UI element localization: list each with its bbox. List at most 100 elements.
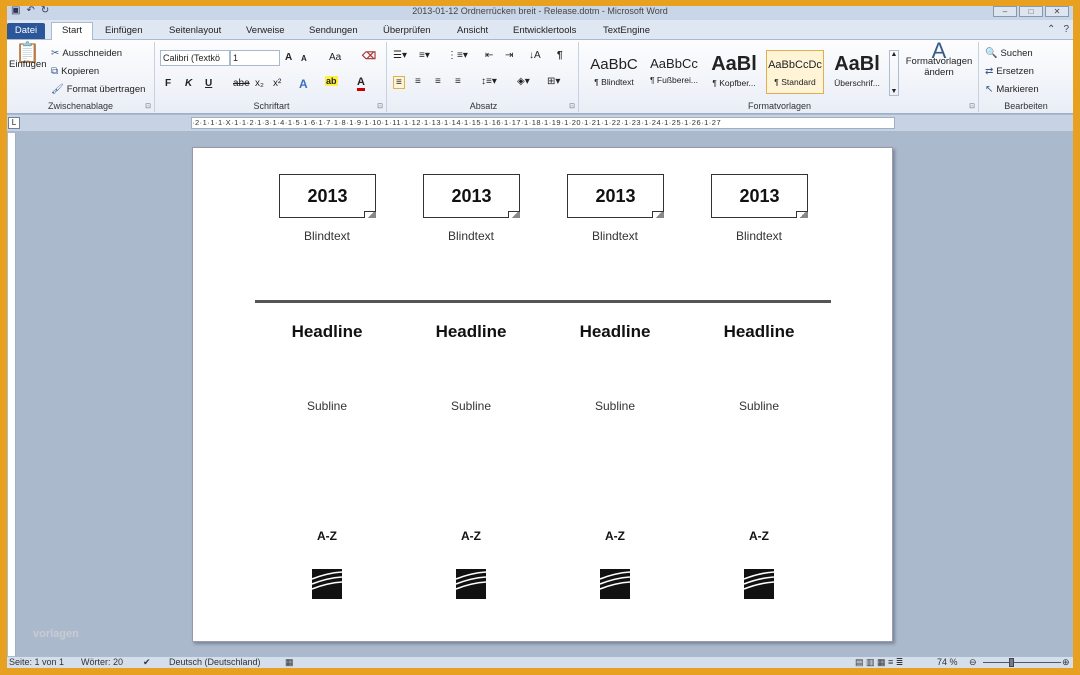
styles-scroll[interactable]: ▲ ▼ xyxy=(889,50,899,96)
dialog-launcher-icon[interactable]: ⊡ xyxy=(969,102,975,110)
grow-font-button[interactable]: A xyxy=(285,52,292,63)
shading-icon[interactable]: ◈▾ xyxy=(517,76,530,87)
macro-icon[interactable]: ▦ xyxy=(285,657,294,668)
paste-button[interactable]: 📋 Einfügen xyxy=(9,43,47,70)
headline: Headline xyxy=(291,322,363,341)
numbering-icon[interactable]: ≡▾ xyxy=(419,50,430,61)
redo-icon[interactable]: ↻ xyxy=(41,6,49,18)
horizontal-ruler[interactable]: ·2·1·1·1·X·1·1·2·1·3·1·4·1·5·1·6·1·7·1·8… xyxy=(191,117,895,129)
clear-format-icon[interactable]: ⌫ xyxy=(362,51,376,62)
style-preview: AaBbCcDc xyxy=(768,59,822,71)
maximize-icon[interactable]: □ xyxy=(1019,6,1043,17)
style-kopfbereich[interactable]: AaBl ¶ Kopfber... xyxy=(705,50,763,94)
increase-indent-icon[interactable]: ⇥ xyxy=(505,50,513,61)
cut-button[interactable]: ✂ Ausschneiden xyxy=(51,48,122,59)
strikethrough-button[interactable]: abe xyxy=(233,78,250,89)
page-count[interactable]: Seite: 1 von 1 xyxy=(9,657,64,668)
status-bar: Seite: 1 von 1 Wörter: 20 ✔ Deutsch (Deu… xyxy=(7,656,1073,668)
copy-button[interactable]: ⧉ Kopieren xyxy=(51,66,99,77)
italic-button[interactable]: K xyxy=(185,78,192,89)
headline: Headline xyxy=(723,322,795,341)
zoom-out-icon[interactable]: ⊖ xyxy=(969,657,977,668)
decrease-indent-icon[interactable]: ⇤ xyxy=(485,50,493,61)
shrink-font-button[interactable]: A xyxy=(301,54,307,63)
year-box[interactable]: 2013 xyxy=(567,174,664,218)
select-label: Markieren xyxy=(996,84,1039,95)
multilevel-list-icon[interactable]: ⋮≡▾ xyxy=(447,50,468,61)
replace-button[interactable]: ⇄ Ersetzen xyxy=(985,66,1034,77)
year-box[interactable]: 2013 xyxy=(279,174,376,218)
tab-datei[interactable]: Datei xyxy=(7,23,45,39)
document-page[interactable]: 2013 2013 2013 2013 Blindtext Blindtext … xyxy=(192,147,893,642)
tab-selector[interactable]: L xyxy=(8,117,20,129)
word-count[interactable]: Wörter: 20 xyxy=(81,657,123,668)
select-button[interactable]: ↖ Markieren xyxy=(985,84,1039,95)
justify-icon[interactable]: ≡ xyxy=(455,76,461,87)
vertical-ruler[interactable] xyxy=(8,133,16,658)
tab-einfuegen[interactable]: Einfügen xyxy=(105,23,143,39)
line-spacing-icon[interactable]: ↕≡▾ xyxy=(481,76,497,87)
change-case-button[interactable]: Aa xyxy=(329,52,341,63)
tab-sendungen[interactable]: Sendungen xyxy=(309,23,358,39)
subline: Subline xyxy=(450,399,492,413)
subscript-button[interactable]: x₂ xyxy=(255,78,264,89)
pilcrow-icon[interactable]: ¶ xyxy=(557,50,563,61)
tab-verweise[interactable]: Verweise xyxy=(246,23,285,39)
tab-entwicklertools[interactable]: Entwicklertools xyxy=(513,23,576,39)
minimize-ribbon-icon[interactable]: ⌃ xyxy=(1047,24,1055,35)
zoom-level[interactable]: 74 % xyxy=(937,657,958,668)
style-preview: AaBbCc xyxy=(650,56,698,71)
find-button[interactable]: 🔍 Suchen xyxy=(985,48,1033,59)
save-icon[interactable]: ▣ xyxy=(11,6,20,18)
style-standard[interactable]: AaBbCcDc ¶ Standard xyxy=(766,50,824,94)
help-icon[interactable]: ? xyxy=(1063,24,1069,35)
style-blindtext[interactable]: AaBbC ¶ Blindtext xyxy=(585,50,643,94)
language[interactable]: Deutsch (Deutschland) xyxy=(169,657,261,668)
change-styles-button[interactable]: A Formatvorlagen ändern xyxy=(903,40,975,79)
paragraph-group-label: Absatz xyxy=(469,101,498,111)
dialog-launcher-icon[interactable]: ⊡ xyxy=(377,102,383,110)
undo-icon[interactable]: ↶ xyxy=(26,6,34,18)
tab-textengine[interactable]: TextEngine xyxy=(603,23,650,39)
tab-ueberpruefen[interactable]: Überprüfen xyxy=(383,23,431,39)
close-icon[interactable]: ✕ xyxy=(1045,6,1069,17)
proofing-icon[interactable]: ✔ xyxy=(143,657,151,668)
bullets-icon[interactable]: ☰▾ xyxy=(393,50,407,61)
view-buttons[interactable]: ▤ ▥ ▦ ≡ ≣ xyxy=(855,657,903,668)
year-box[interactable]: 2013 xyxy=(423,174,520,218)
tab-ansicht[interactable]: Ansicht xyxy=(457,23,488,39)
zoom-slider-handle[interactable] xyxy=(1009,658,1014,667)
headline: Headline xyxy=(435,322,507,341)
tab-start[interactable]: Start xyxy=(51,22,93,40)
stripes-logo-icon xyxy=(456,569,486,599)
font-name-combo[interactable]: Calibri (Textkö xyxy=(160,50,230,66)
superscript-button[interactable]: x² xyxy=(273,78,281,89)
group-font: Calibri (Textkö 1 A A Aa ⌫ F K U abe x₂ … xyxy=(157,42,387,112)
zoom-slider[interactable] xyxy=(983,662,1061,663)
stripes-logo-icon xyxy=(312,569,342,599)
style-fussbereich[interactable]: AaBbCc ¶ Fußberei... xyxy=(645,50,703,94)
dialog-launcher-icon[interactable]: ⊡ xyxy=(145,102,151,110)
bold-button[interactable]: F xyxy=(165,78,171,89)
highlight-icon[interactable]: ab xyxy=(325,76,338,86)
format-painter-button[interactable]: 🖌 Format übertragen xyxy=(51,84,145,95)
font-color-icon[interactable]: A xyxy=(357,76,365,91)
font-size-combo[interactable]: 1 xyxy=(230,50,280,66)
underline-button[interactable]: U xyxy=(205,78,212,89)
minimize-icon[interactable]: – xyxy=(993,6,1017,17)
align-left-icon[interactable]: ≡ xyxy=(393,76,405,89)
tab-seitenlayout[interactable]: Seitenlayout xyxy=(169,23,221,39)
sort-icon[interactable]: ↓A xyxy=(529,50,541,61)
dialog-launcher-icon[interactable]: ⊡ xyxy=(569,102,575,110)
year-text: 2013 xyxy=(451,186,492,206)
zoom-in-icon[interactable]: ⊕ xyxy=(1062,657,1070,668)
align-right-icon[interactable]: ≡ xyxy=(435,76,441,87)
editing-group-label: Bearbeiten xyxy=(1004,101,1048,111)
borders-icon[interactable]: ⊞▾ xyxy=(547,76,560,87)
text-effects-icon[interactable]: A xyxy=(299,77,308,91)
style-ueberschrift[interactable]: AaBl Überschrif... xyxy=(828,50,886,94)
paste-label: Einfügen xyxy=(9,59,47,70)
align-center-icon[interactable]: ≡ xyxy=(415,76,421,87)
year-box[interactable]: 2013 xyxy=(711,174,808,218)
az-label: A-Z xyxy=(461,529,481,543)
